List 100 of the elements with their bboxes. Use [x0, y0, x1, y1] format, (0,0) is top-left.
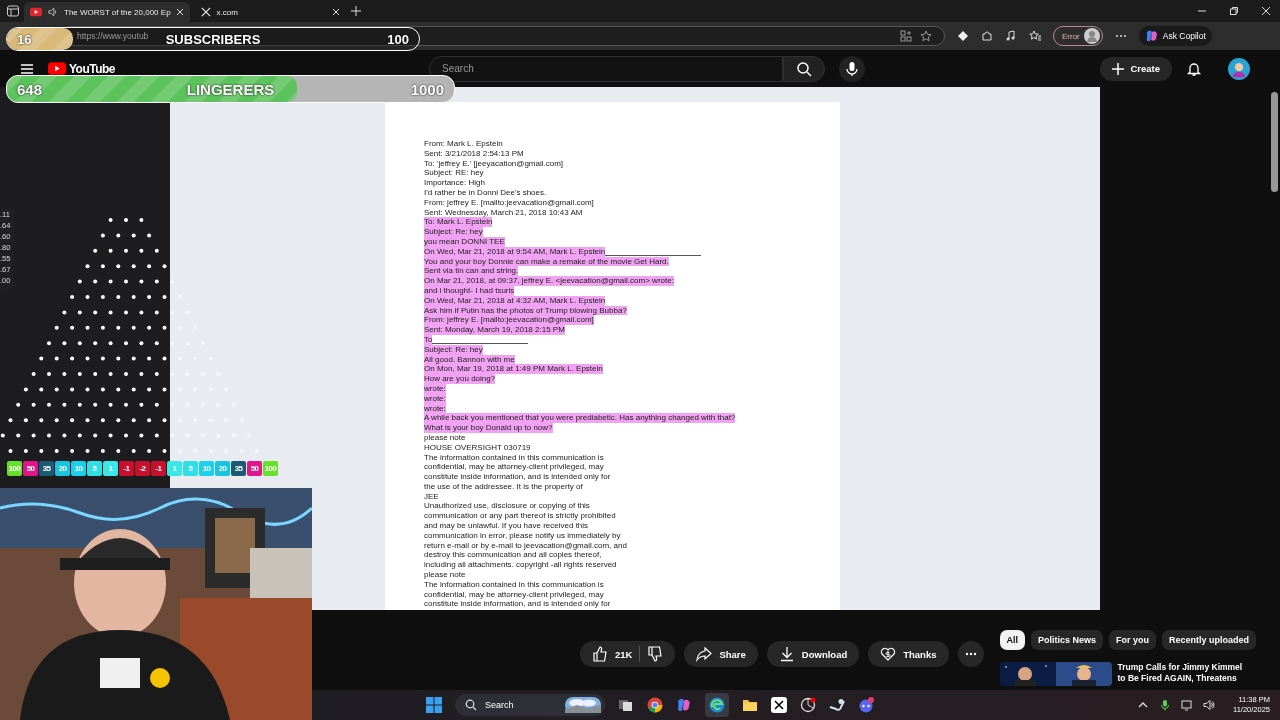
document-line: constitute inside information, and is intended only for: [424, 599, 611, 610]
document-line: please note: [424, 570, 466, 580]
document-line: please note: [424, 432, 466, 443]
goal-label: LINGERERS: [186, 80, 275, 98]
goal-label: SUBSCRIBERS: [165, 31, 261, 47]
prize-slot: -1: [119, 461, 134, 476]
document-line: confidential, may be attorney-client privileged, may: [424, 462, 604, 473]
microphone-icon[interactable]: [1159, 699, 1171, 711]
avatar-icon: [1083, 28, 1100, 44]
play-logo-icon: [30, 7, 42, 17]
avatar-icon[interactable]: [1228, 57, 1250, 80]
document-line: and may be unlawful. If you have received this: [424, 521, 589, 531]
document-line: confidential, may be attorney-client privileged, may: [424, 589, 604, 600]
favorites-icon[interactable]: [1029, 30, 1041, 42]
document-line: To: 'jeffrey E.' [jeeyacation@gmail.com]: [424, 158, 564, 169]
action-button[interactable]: Share: [684, 641, 758, 667]
speaker-icon[interactable]: [47, 7, 59, 17]
document-line: From: Mark L. Epstein: [424, 139, 503, 149]
document-line: The information contained in this communication is: [424, 579, 604, 590]
chrome-icon[interactable]: [647, 697, 663, 713]
filter-chip[interactable]: For you: [1109, 630, 1157, 650]
youtube-wordmark: YouTube: [69, 61, 116, 76]
filter-chip[interactable]: All: [999, 630, 1025, 650]
document-line: including all attachments. copyright -all rights reserved: [424, 560, 617, 571]
new-tab-icon[interactable]: [349, 5, 362, 17]
share-icon: [696, 646, 713, 662]
diamond-icon[interactable]: [957, 30, 969, 42]
heart-dollar-icon: [880, 646, 897, 662]
video-title[interactable]: Trump Calls for Jimmy Kimmel: [1117, 662, 1243, 673]
search-icon: [465, 699, 477, 711]
goal-target: 100: [387, 31, 409, 47]
prize-slot: 20: [215, 461, 230, 476]
edge-icon: [709, 697, 725, 713]
prize-slot: 100: [7, 461, 22, 476]
video-title[interactable]: to Be Fired AGAIN, Threatens: [1117, 673, 1243, 684]
copilot-button[interactable]: Ask Copilot: [1138, 26, 1212, 46]
prize-slot: 35: [39, 461, 54, 476]
goal-count: 16: [17, 31, 32, 47]
document-line: HOUSE OVERSIGHT 030719: [424, 442, 531, 453]
bell-icon[interactable]: [1186, 60, 1202, 77]
document-line: Sent: 3/21/2018 2:54:13 PM: [424, 148, 524, 159]
scrollbar[interactable]: [1271, 92, 1278, 192]
document-line: constitute inside information, and is intended only for: [424, 472, 611, 482]
document-line: The information contained in this communication is: [424, 452, 604, 463]
document-line: communication or any part thereof is strictly prohibited: [424, 511, 616, 522]
like-dislike-button[interactable]: 21K: [580, 641, 676, 667]
star-icon[interactable]: [920, 30, 932, 42]
prize-slot: 50: [23, 461, 38, 476]
prize-slot: 10: [199, 461, 214, 476]
search-icon: [796, 60, 813, 77]
download-icon: [778, 646, 795, 662]
goal-target: 1000: [410, 80, 444, 98]
document-line: Subject: RE: hey: [424, 168, 484, 179]
plus-icon: [1112, 62, 1125, 75]
prize-slot: 1: [167, 461, 182, 476]
close-icon[interactable]: [175, 8, 184, 16]
copilot-logo-icon: [1144, 29, 1159, 43]
filter-chip[interactable]: Politics News: [1031, 630, 1104, 650]
goal-count: 648: [17, 80, 43, 98]
thumbs-up-icon: [592, 646, 608, 662]
prize-slot: 50: [247, 461, 262, 476]
start-icon[interactable]: [426, 697, 442, 713]
prize-slot: -1: [151, 461, 166, 476]
search-field[interactable]: Search: [429, 55, 784, 82]
prize-slot: 5: [183, 461, 198, 476]
speaker-icon[interactable]: [1203, 699, 1215, 711]
menu-icon[interactable]: [20, 61, 34, 76]
apps-icon[interactable]: [900, 30, 912, 42]
browser-tab[interactable]: x.com: [193, 2, 346, 22]
network-icon[interactable]: [1181, 699, 1193, 711]
prize-slot: 10: [71, 461, 86, 476]
document-line: communication in error, please notify us immediately by: [424, 530, 621, 541]
microphone-icon: [844, 60, 861, 77]
document-line: JEE: [424, 491, 439, 502]
search-button[interactable]: [783, 55, 826, 82]
close-icon[interactable]: [1261, 6, 1271, 16]
action-button[interactable]: Thanks: [868, 641, 949, 667]
prize-slot: 1: [103, 461, 118, 476]
document-line: destroy this communication and all copies thereof,: [424, 550, 602, 561]
copilot-logo-icon[interactable]: [676, 697, 692, 713]
music-icon[interactable]: [1005, 30, 1017, 42]
tab-actions-icon[interactable]: [6, 4, 20, 18]
x-logo-icon: [199, 7, 212, 17]
create-button[interactable]: Create: [1100, 56, 1172, 81]
prize-slot: -2: [135, 461, 150, 476]
task-view-icon[interactable]: [618, 697, 634, 713]
prize-slot: 100: [263, 461, 278, 476]
action-button[interactable]: Download: [766, 641, 860, 667]
taskbar-search-field[interactable]: Search: [455, 694, 605, 716]
edge-taskbar-button[interactable]: [705, 693, 729, 717]
document-line: the use of the addressee. It is the property of: [424, 481, 583, 492]
folder-icon[interactable]: [742, 697, 758, 713]
document-line: return e-mail or by e-mail to jeevacation@gmail.com, and: [424, 540, 627, 551]
prize-slot: 35: [231, 461, 246, 476]
restore-icon[interactable]: [1229, 6, 1239, 16]
voice-search-button[interactable]: [839, 55, 866, 82]
filter-chip[interactable]: Recently uploaded: [1162, 630, 1257, 650]
browser-tab[interactable]: The WORST of the 20,000 Ep: [24, 2, 190, 22]
thumbs-down-icon: [647, 646, 664, 662]
close-icon[interactable]: [331, 8, 340, 16]
